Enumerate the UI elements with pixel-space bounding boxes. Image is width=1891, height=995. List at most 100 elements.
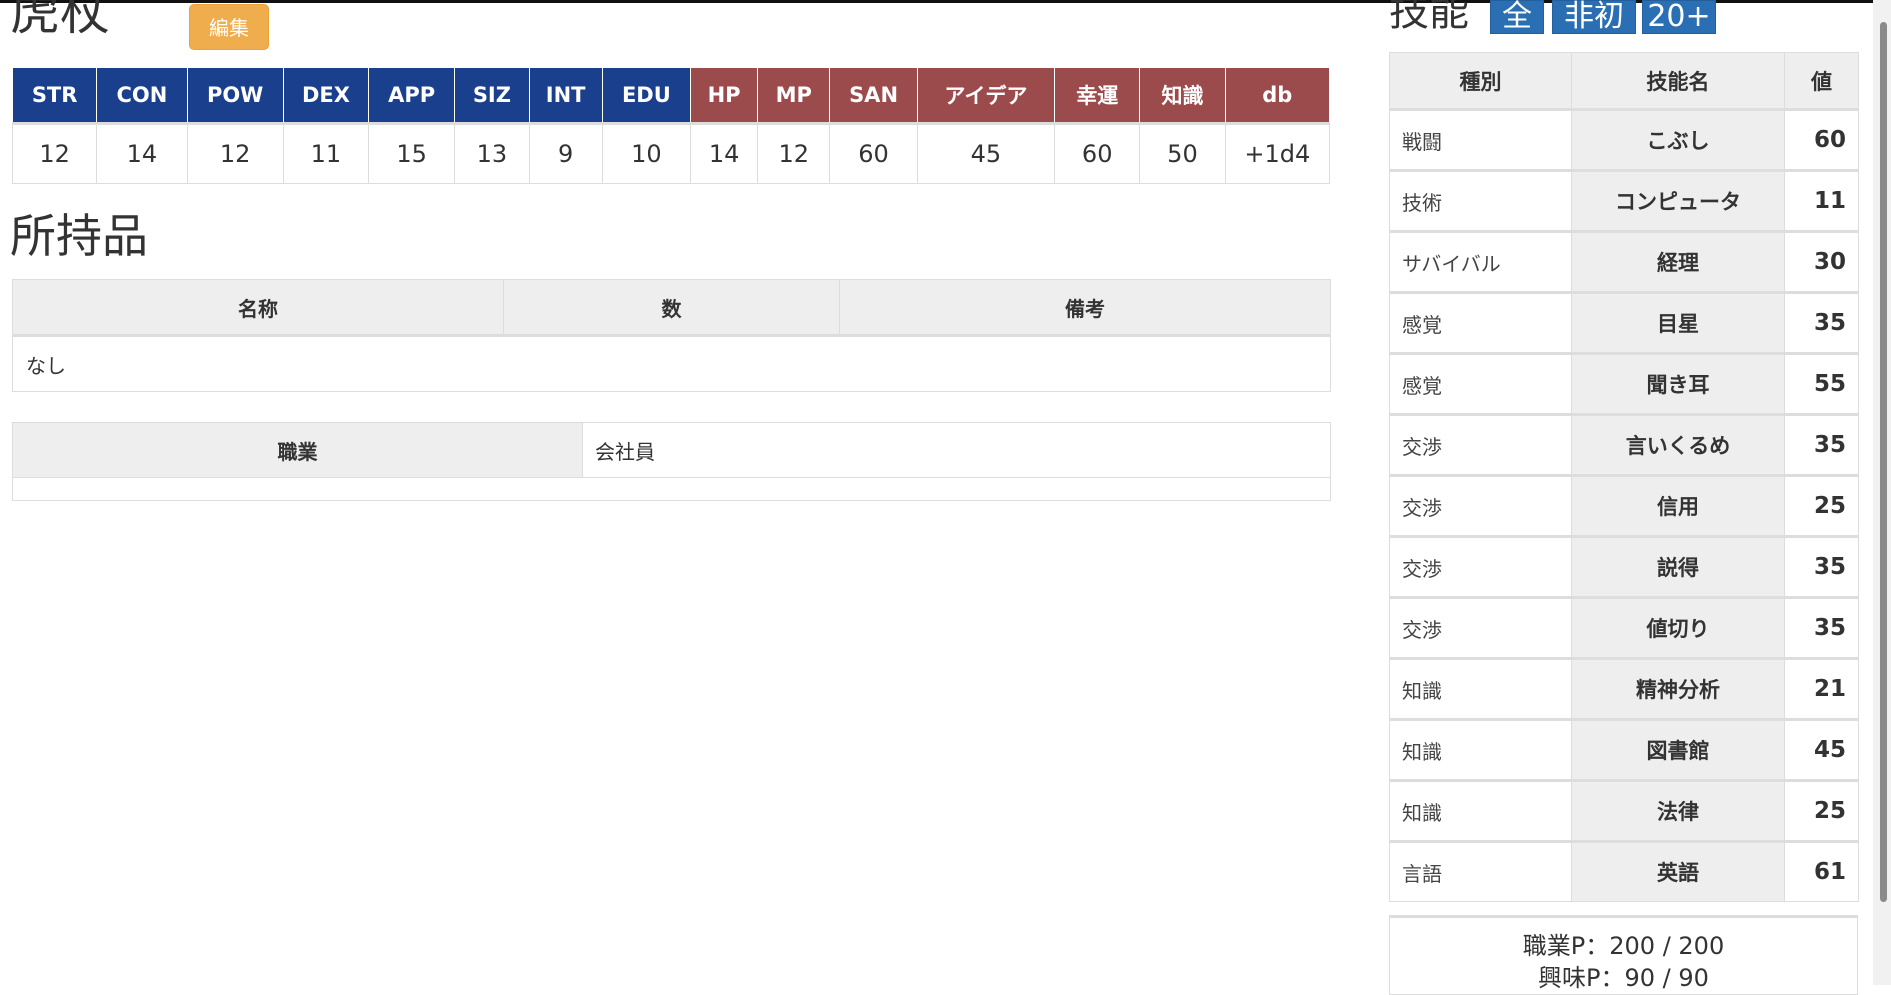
skill-row: 交渉 値切り 35 [1389,596,1859,659]
job-label: 職業 [12,422,583,478]
stat-header-con: CON [96,67,188,124]
stat-value-int: 9 [528,122,603,184]
stat-value-knowledge: 50 [1139,122,1226,184]
stat-value-db: +1d4 [1224,122,1331,184]
stat-value-dex: 11 [282,122,370,184]
stat-header-knowledge: 知識 [1139,67,1226,124]
skill-category: 交渉 [1389,535,1572,598]
skills-header-category: 種別 [1389,52,1572,111]
stat-header-int: INT [528,67,603,124]
stat-header-hp: HP [689,67,759,124]
skill-points-summary: 職業P：200 / 200 興味P：90 / 90 [1389,915,1858,995]
skill-category: 感覚 [1389,352,1572,415]
skill-name: 値切り [1571,596,1785,659]
skills-header-value: 値 [1784,52,1859,111]
skill-category: 知識 [1389,779,1572,842]
skill-row: 知識 図書館 45 [1389,718,1859,781]
scrollbar-thumb[interactable] [1880,22,1887,902]
stat-header-luck: 幸運 [1054,67,1141,124]
stat-value-hp: 14 [689,122,759,184]
filter-20plus-button[interactable]: 20+ [1642,0,1716,34]
skill-value: 61 [1784,840,1859,902]
stat-value-con: 14 [96,122,188,184]
skill-name: 精神分析 [1571,657,1785,720]
inventory-header-name: 名称 [12,279,504,337]
skill-row: 知識 法律 25 [1389,779,1859,842]
job-row: 職業 会社員 [12,422,1331,478]
job-table: 職業 会社員 [12,422,1331,501]
stats-table: STR CON POW DEX APP SIZ INT EDU HP MP SA… [11,67,1331,184]
skill-name: 言いくるめ [1571,413,1785,476]
edit-button[interactable]: 編集 [189,4,269,50]
stat-header-app: APP [368,67,456,124]
skill-row: 交渉 言いくるめ 35 [1389,413,1859,476]
stat-header-mp: MP [757,67,831,124]
skill-category: 知識 [1389,657,1572,720]
skill-row: 感覚 目星 35 [1389,291,1859,354]
job-value: 会社員 [582,422,1331,478]
skill-name: 聞き耳 [1571,352,1785,415]
skill-row: 言語 英語 61 [1389,840,1859,902]
stat-header-dex: DEX [282,67,370,124]
skill-value: 25 [1784,779,1859,842]
stat-value-pow: 12 [186,122,284,184]
stat-value-siz: 13 [454,122,530,184]
skill-value: 35 [1784,596,1859,659]
skill-value: 60 [1784,108,1859,171]
job-empty-cell [12,477,1331,501]
stat-value-luck: 60 [1054,122,1141,184]
stat-value-edu: 10 [601,122,692,184]
inventory-empty-row: なし [12,335,1331,392]
skills-header-row: 種別 技能名 値 [1389,52,1859,111]
stat-header-pow: POW [186,67,284,124]
skill-name: 図書館 [1571,718,1785,781]
skill-row: 交渉 信用 25 [1389,474,1859,537]
stats-header-row: STR CON POW DEX APP SIZ INT EDU HP MP SA… [11,67,1331,124]
skill-row: 交渉 説得 35 [1389,535,1859,598]
skill-value: 35 [1784,413,1859,476]
skill-name: 目星 [1571,291,1785,354]
inventory-table: 名称 数 備考 なし [12,279,1331,392]
skill-category: 感覚 [1389,291,1572,354]
skill-value: 25 [1784,474,1859,537]
inventory-header-count: 数 [503,279,840,337]
stat-header-idea: アイデア [916,67,1056,124]
stat-value-idea: 45 [916,122,1056,184]
stat-header-siz: SIZ [454,67,530,124]
occupation-points: 職業P：200 / 200 [1522,932,1725,960]
inventory-header-row: 名称 数 備考 [12,279,1331,337]
filter-all-button[interactable]: 全 [1490,0,1544,34]
stat-value-mp: 12 [757,122,831,184]
skill-row: 感覚 聞き耳 55 [1389,352,1859,415]
skill-value: 35 [1784,535,1859,598]
skill-value: 35 [1784,291,1859,354]
stat-header-db: db [1224,67,1331,124]
skill-name: 英語 [1571,840,1785,902]
stat-value-str: 12 [11,122,98,184]
skill-name: コンピュータ [1571,169,1785,232]
inventory-header-notes: 備考 [839,279,1331,337]
skill-category: 技術 [1389,169,1572,232]
skill-row: 知識 精神分析 21 [1389,657,1859,720]
skill-value: 45 [1784,718,1859,781]
filter-non-initial-button[interactable]: 非初 [1552,0,1636,34]
skill-value: 55 [1784,352,1859,415]
skill-category: 交渉 [1389,596,1572,659]
stat-header-edu: EDU [601,67,692,124]
skill-value: 21 [1784,657,1859,720]
skill-name: こぶし [1571,108,1785,171]
skill-row: サバイバル 経理 30 [1389,230,1859,293]
skill-category: 戦闘 [1389,108,1572,171]
stat-value-app: 15 [368,122,456,184]
inventory-title: 所持品 [10,209,148,263]
skill-category: 交渉 [1389,413,1572,476]
skill-category: 交渉 [1389,474,1572,537]
skills-title: 技能 [1389,0,1469,35]
skill-name: 信用 [1571,474,1785,537]
skills-header-name: 技能名 [1571,52,1785,111]
job-empty-row [12,477,1331,501]
skill-value: 30 [1784,230,1859,293]
character-name: 虎杖 [10,0,110,41]
skill-category: サバイバル [1389,230,1572,293]
stat-value-san: 60 [829,122,918,184]
